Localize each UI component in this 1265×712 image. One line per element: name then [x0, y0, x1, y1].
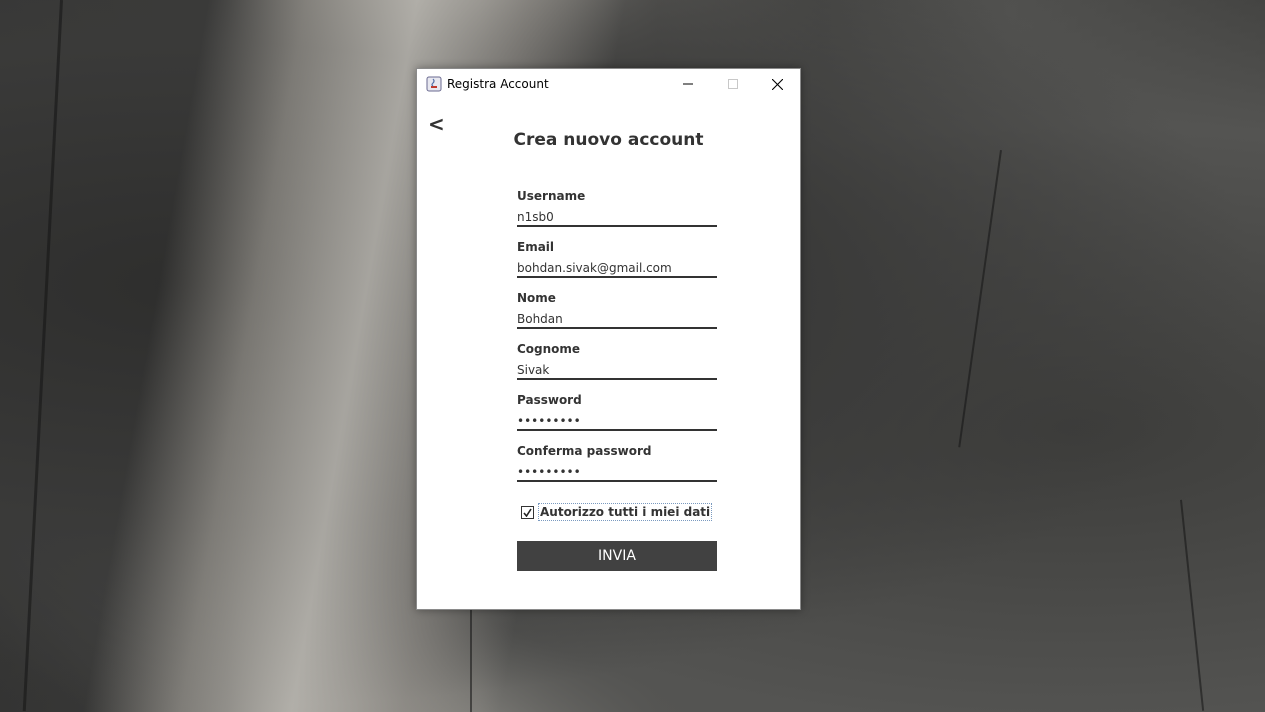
window-title: Registra Account	[447, 77, 549, 91]
maximize-icon	[727, 79, 738, 89]
password-field-group: Password	[517, 393, 717, 431]
confirm-password-label: Conferma password	[517, 444, 652, 458]
submit-button[interactable]: INVIA	[517, 541, 717, 571]
username-field-group: Username	[517, 189, 717, 227]
nome-label: Nome	[517, 291, 556, 305]
consent-label[interactable]: Autorizzo tutti i miei dati	[538, 503, 713, 521]
consent-checkbox[interactable]	[521, 505, 534, 519]
title-bar[interactable]: Registra Account	[417, 69, 800, 99]
rock-crack	[470, 600, 472, 712]
register-window: Registra Account < Crea nuovo account Us…	[416, 68, 801, 610]
minimize-icon	[682, 83, 693, 85]
username-field[interactable]	[517, 209, 717, 227]
cognome-field-group: Cognome	[517, 342, 717, 380]
confirm-password-field[interactable]	[517, 464, 717, 482]
close-icon	[772, 78, 783, 90]
password-label: Password	[517, 393, 582, 407]
maximize-button[interactable]	[710, 69, 755, 99]
java-app-icon	[426, 76, 442, 92]
checkmark-icon	[523, 508, 532, 517]
username-label: Username	[517, 189, 586, 203]
cognome-label: Cognome	[517, 342, 581, 356]
page-title: Crea nuovo account	[513, 130, 704, 150]
nome-field-group: Nome	[517, 291, 717, 329]
confirm-password-field-group: Conferma password	[517, 444, 717, 482]
rock-crack	[22, 0, 63, 712]
close-button[interactable]	[755, 69, 800, 99]
rock-crack	[958, 150, 1002, 448]
cognome-field[interactable]	[517, 362, 717, 380]
minimize-button[interactable]	[665, 69, 710, 99]
email-field[interactable]	[517, 260, 717, 278]
rock-crack	[1180, 499, 1205, 711]
email-label: Email	[517, 240, 555, 254]
password-field[interactable]	[517, 413, 717, 431]
nome-field[interactable]	[517, 311, 717, 329]
email-field-group: Email	[517, 240, 717, 278]
consent-row[interactable]: Autorizzo tutti i miei dati	[521, 503, 713, 521]
